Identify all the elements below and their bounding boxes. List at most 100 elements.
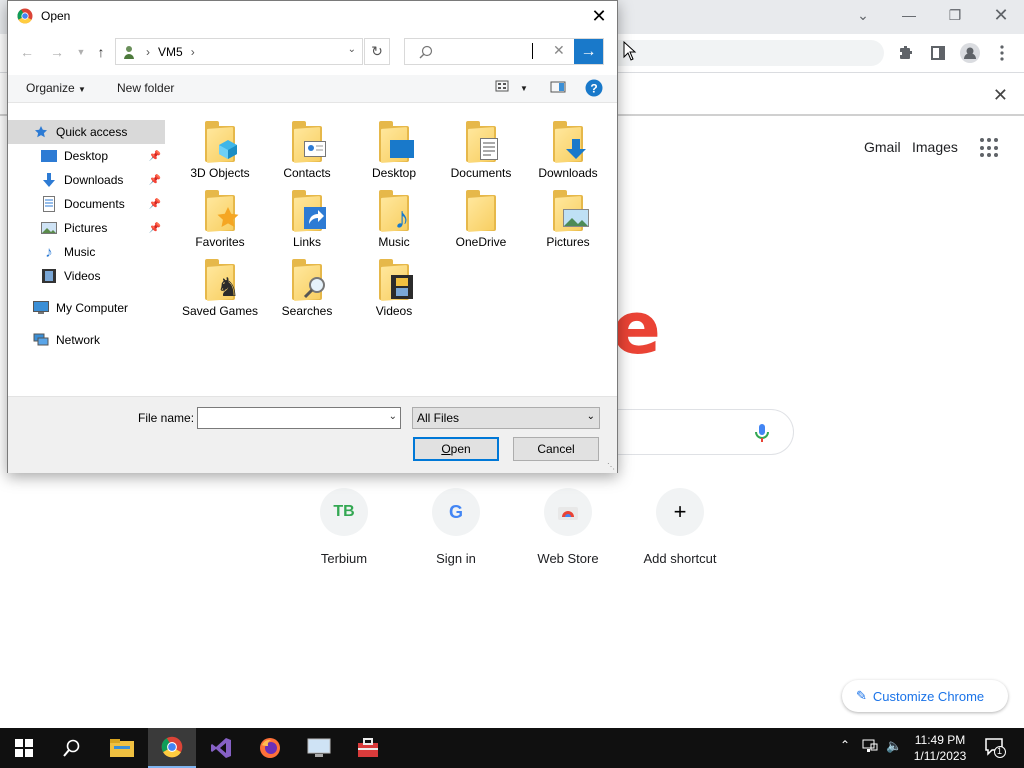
images-link[interactable]: Images — [912, 139, 958, 155]
profile-avatar-icon[interactable] — [958, 41, 982, 65]
nav-item-downloads[interactable]: Downloads 📌 — [8, 168, 165, 192]
pin-icon[interactable]: 📌 — [149, 175, 161, 186]
view-dropdown-icon[interactable]: ▼ — [520, 84, 528, 93]
nav-item-my-computer[interactable]: My Computer — [8, 296, 165, 320]
google-apps-icon[interactable] — [980, 138, 1000, 158]
gmail-link[interactable]: Gmail — [864, 139, 901, 155]
nav-item-pictures[interactable]: Pictures 📌 — [8, 216, 165, 240]
view-options-icon[interactable] — [495, 79, 509, 96]
folder-searches[interactable]: Searches — [265, 254, 349, 319]
pin-icon[interactable]: 📌 — [149, 199, 161, 210]
minimize-icon[interactable]: — — [886, 4, 932, 26]
new-folder-button[interactable]: New folder — [117, 81, 174, 95]
folder-label: Music — [378, 235, 410, 249]
refresh-icon[interactable]: ↻ — [364, 38, 390, 65]
close-window-icon[interactable]: ✕ — [978, 4, 1024, 26]
folder-documents[interactable]: Documents — [439, 116, 523, 181]
infobar-close-icon[interactable]: ✕ — [993, 85, 1008, 106]
address-bar[interactable]: › VM5 › ⌄ — [115, 38, 363, 65]
resize-grip-icon[interactable]: ⋱ — [607, 462, 615, 471]
customize-chrome-button[interactable]: ✎ Customize Chrome — [842, 680, 1008, 712]
file-type-select[interactable]: All Files ⌄ — [412, 407, 600, 429]
search-button[interactable] — [48, 728, 96, 768]
restore-icon[interactable]: ❐ — [932, 4, 978, 26]
organize-button[interactable]: Organize ▼ — [26, 81, 86, 95]
file-name-input[interactable]: ⌄ — [197, 407, 401, 429]
folder-contacts[interactable]: Contacts — [265, 116, 349, 181]
search-go-icon[interactable]: → — [574, 39, 603, 64]
up-arrow-icon[interactable]: ↑ — [90, 41, 112, 63]
toolbox-taskbar-icon[interactable] — [344, 728, 392, 768]
remote-desktop-taskbar-icon[interactable] — [295, 728, 343, 768]
nav-item-desktop[interactable]: Desktop 📌 — [8, 144, 165, 168]
forward-arrow-icon[interactable]: → — [46, 41, 68, 63]
dialog-footer: File name: ⌄ All Files ⌄ Open Cancel ⋱ — [8, 396, 617, 473]
search-icon — [63, 739, 80, 757]
folder-downloads[interactable]: Downloads — [526, 116, 610, 181]
folder-pictures[interactable]: Pictures — [526, 185, 610, 250]
nav-item-quick-access[interactable]: Quick access — [8, 120, 165, 144]
firefox-taskbar-icon[interactable] — [246, 728, 294, 768]
folder-3d-objects[interactable]: 3D Objects — [178, 116, 262, 181]
folder-music[interactable]: ♪ Music — [352, 185, 436, 250]
nav-item-videos[interactable]: Videos — [8, 264, 165, 288]
shortcut-sign-in[interactable]: G Sign in — [400, 488, 512, 566]
clear-search-icon[interactable]: ✕ — [553, 42, 565, 59]
visual-studio-taskbar-icon[interactable] — [197, 728, 245, 768]
notification-icon[interactable]: 1 — [984, 736, 1006, 761]
back-arrow-icon[interactable]: ← — [16, 41, 38, 63]
shortcut-web-store[interactable]: Web Store — [512, 488, 624, 566]
folder-favorites[interactable]: Favorites — [178, 185, 262, 250]
text-caret — [532, 43, 533, 59]
folder-label: Favorites — [195, 235, 245, 249]
start-button[interactable] — [0, 728, 48, 768]
cancel-button[interactable]: Cancel — [513, 437, 599, 461]
folder-label: 3D Objects — [190, 166, 250, 180]
nav-label: Downloads — [64, 173, 124, 187]
preview-pane-icon[interactable] — [550, 80, 566, 97]
network-tray-icon[interactable] — [862, 738, 878, 757]
nav-label: Pictures — [64, 221, 108, 235]
command-bar: Organize ▼ New folder ▼ ? — [8, 75, 617, 103]
clock[interactable]: 11:49 PM 1/11/2023 — [908, 732, 972, 764]
folder-links[interactable]: Links — [265, 185, 349, 250]
extensions-icon[interactable] — [894, 41, 918, 65]
folder-desktop[interactable]: Desktop — [352, 116, 436, 181]
film-icon — [389, 274, 415, 300]
volume-icon[interactable]: 🔈 — [886, 738, 902, 754]
shortcut-terbium[interactable]: TB Terbium — [288, 488, 400, 566]
chevron-right-icon[interactable]: › — [191, 45, 195, 59]
add-icon: + — [656, 488, 704, 536]
folder-saved-games[interactable]: ♞ Saved Games — [178, 254, 262, 319]
show-hidden-icons-icon[interactable]: ⌃ — [840, 738, 850, 752]
nav-item-network[interactable]: Network — [8, 328, 165, 352]
nav-item-documents[interactable]: Documents 📌 — [8, 192, 165, 216]
search-input[interactable]: ✕ → — [404, 38, 604, 65]
side-panel-icon[interactable] — [926, 41, 950, 65]
file-explorer-taskbar-icon[interactable] — [98, 728, 146, 768]
folder-onedrive[interactable]: OneDrive — [439, 185, 523, 250]
open-accelerator: O — [441, 442, 451, 456]
help-icon[interactable]: ? — [585, 79, 603, 100]
shortcut-add[interactable]: + Add shortcut — [624, 488, 736, 566]
clock-time: 11:49 PM — [914, 733, 966, 747]
chevron-down-icon[interactable]: ⌄ — [348, 44, 356, 55]
chrome-taskbar-icon[interactable] — [148, 728, 196, 768]
voice-search-icon[interactable] — [752, 422, 772, 444]
dialog-close-icon[interactable]: ✕ — [585, 4, 613, 28]
omnibox[interactable] — [618, 40, 884, 66]
chrome-menu-icon[interactable] — [990, 41, 1014, 65]
folder-icon — [547, 116, 589, 164]
nav-item-music[interactable]: ♪ Music — [8, 240, 165, 264]
address-segment[interactable]: VM5 — [158, 45, 183, 59]
chevron-down-icon[interactable]: ⌄ — [389, 411, 397, 422]
open-button[interactable]: Open — [413, 437, 499, 461]
pin-icon[interactable]: 📌 — [149, 223, 161, 234]
tab-search-icon[interactable]: ⌄ — [840, 4, 886, 26]
folder-videos[interactable]: Videos — [352, 254, 436, 319]
recent-locations-icon[interactable]: ▼ — [70, 41, 92, 63]
pin-icon[interactable]: 📌 — [149, 151, 161, 162]
windows-logo-icon — [15, 739, 33, 757]
shortcut-label: Sign in — [436, 551, 476, 566]
contact-card-icon — [302, 136, 328, 162]
